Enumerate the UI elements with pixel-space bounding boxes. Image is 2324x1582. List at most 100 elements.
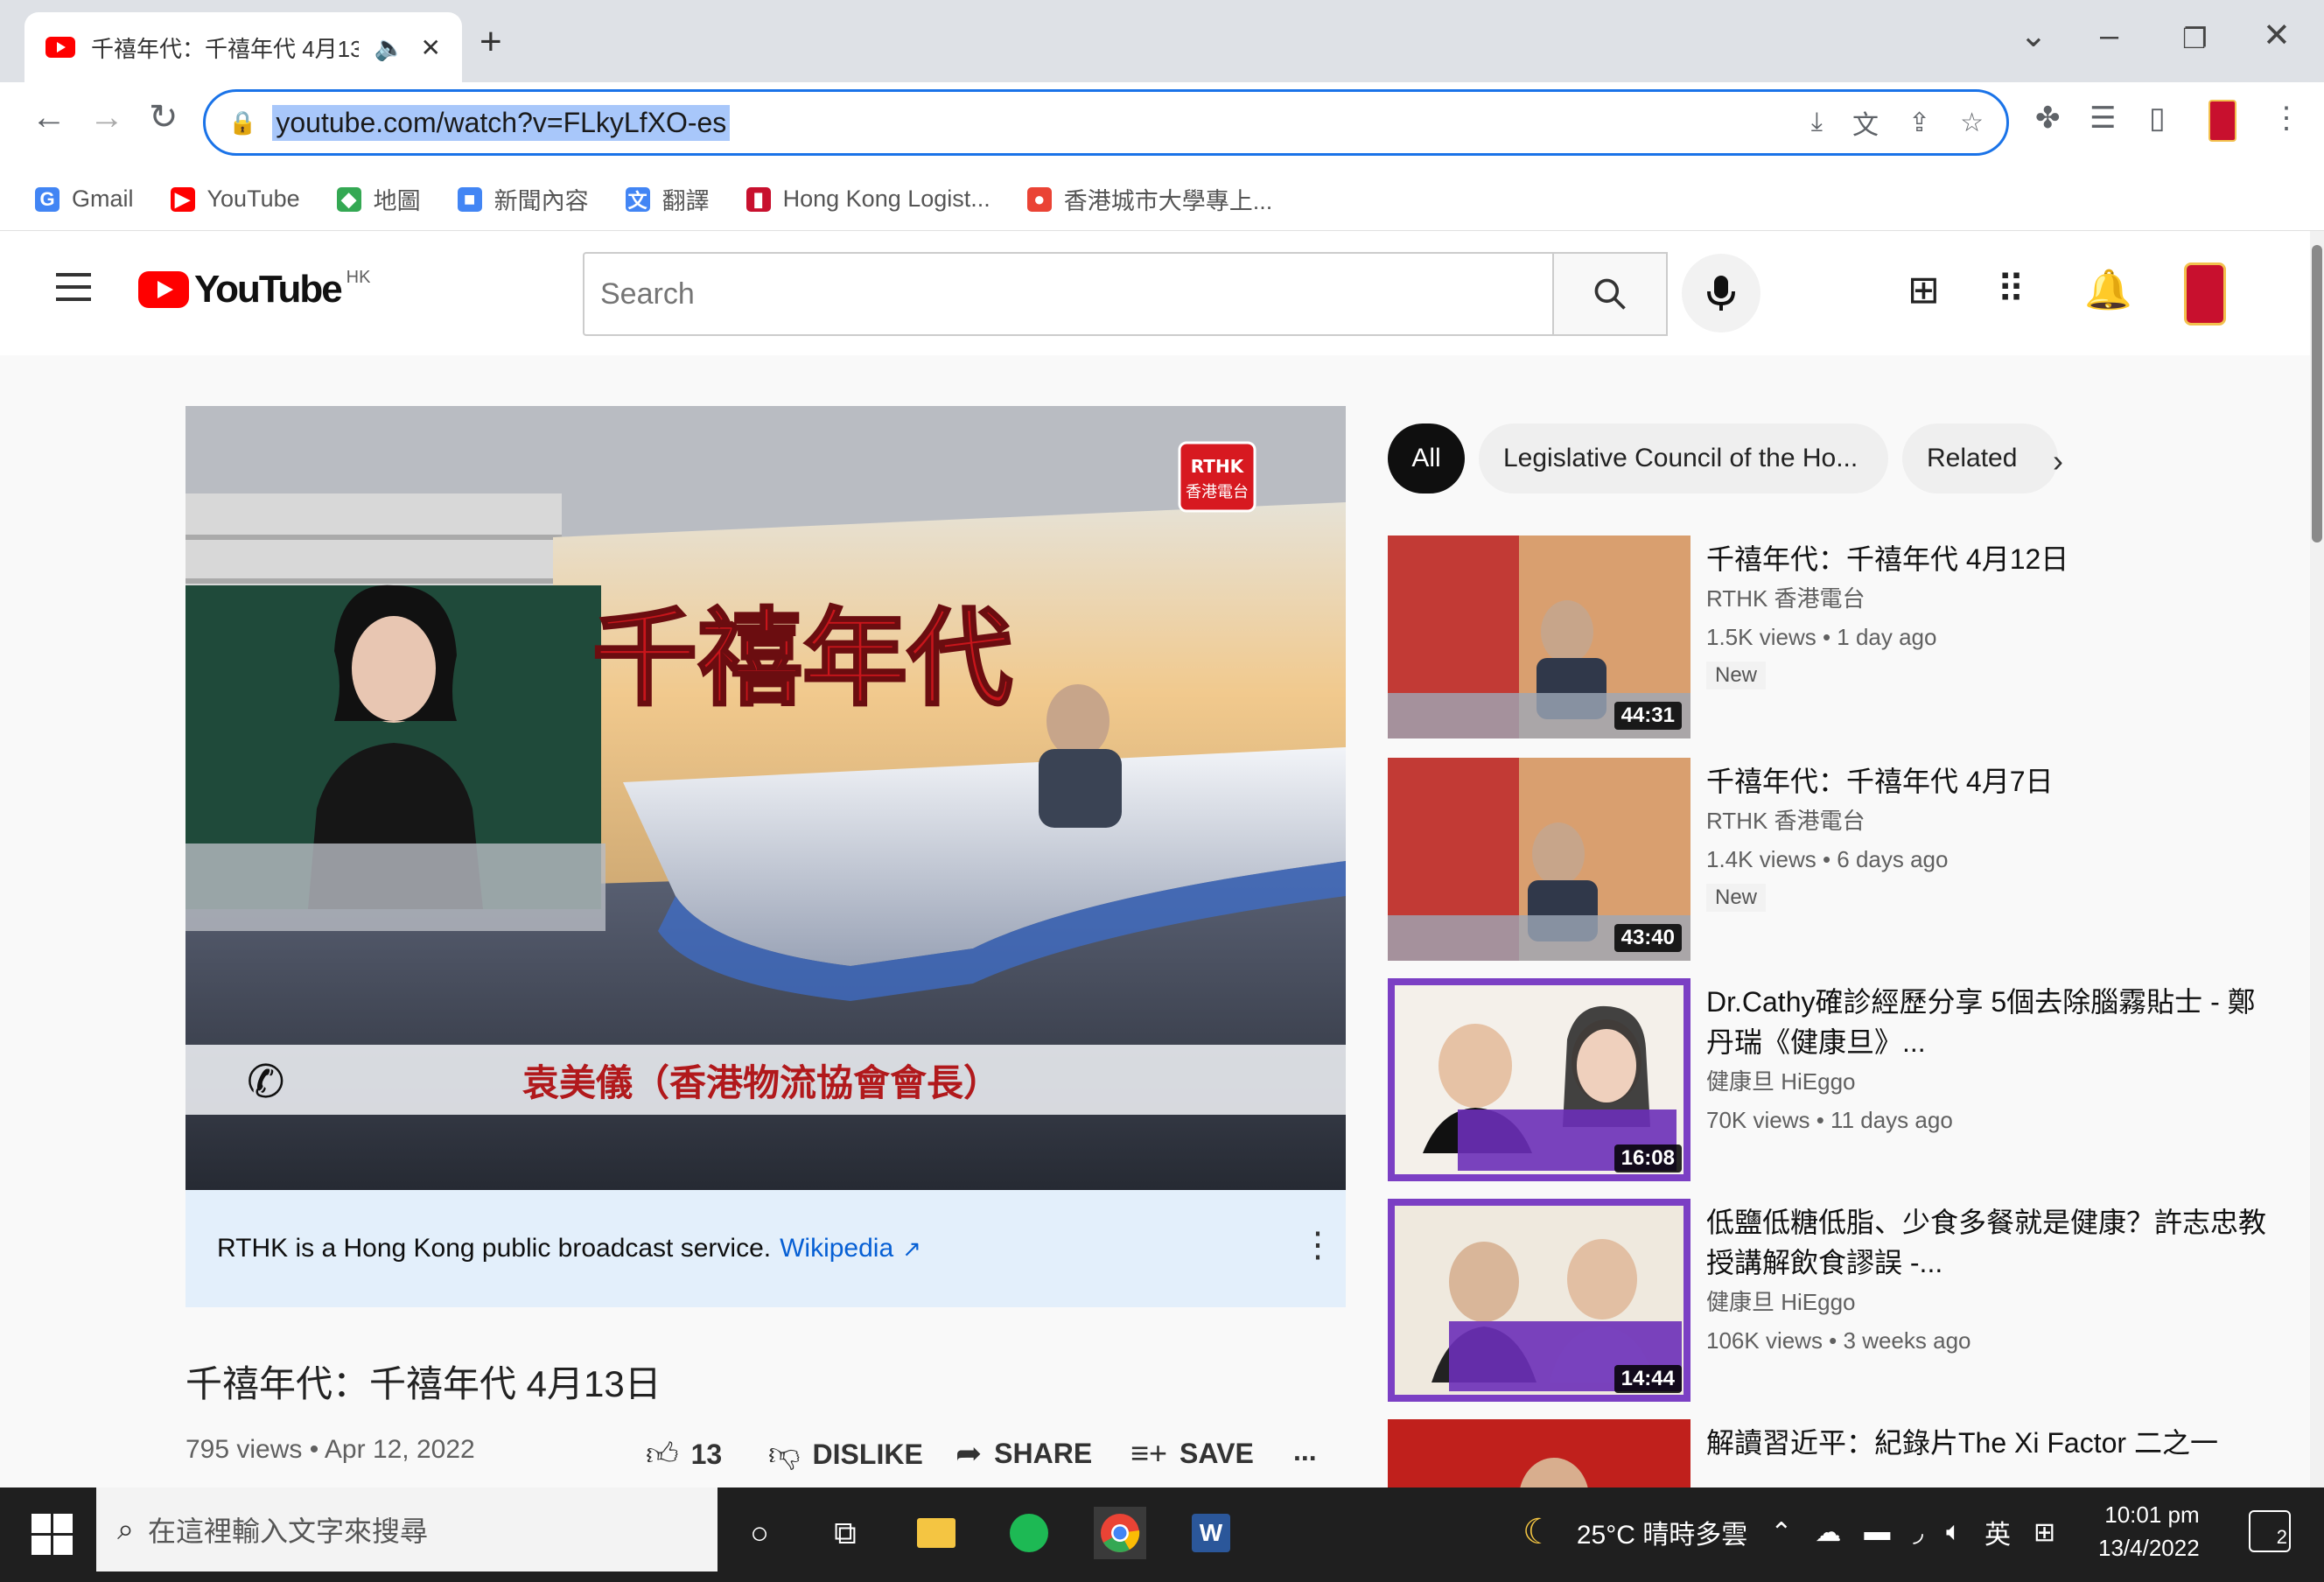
dislike-button[interactable]: 👎︎ DISLIKE <box>768 1435 923 1474</box>
share-page-icon[interactable]: ⇪ <box>1908 108 1930 138</box>
more-actions-button[interactable]: ... <box>1293 1435 1317 1467</box>
extensions-icon[interactable]: ✤ <box>2035 103 2061 133</box>
taskbar-search-box[interactable]: ⌕ 在這裡輸入文字來搜尋 <box>96 1488 718 1572</box>
chrome-menu-icon[interactable]: ⋮ <box>2272 103 2301 133</box>
bookmark-hk-logistics[interactable]: ▮ Hong Kong Logist... <box>746 186 990 213</box>
recommendation-title[interactable]: 解讀習近平：紀錄片The Xi Factor 二之一 <box>1706 1423 2266 1463</box>
profile-avatar[interactable] <box>2208 100 2236 142</box>
info-text: RTHK is a Hong Kong public broadcast ser… <box>217 1234 772 1263</box>
bookmark-youtube[interactable]: ▶ YouTube <box>170 186 300 213</box>
logistics-icon: ▮ <box>746 186 771 212</box>
bookmark-translate[interactable]: 文翻譯 <box>625 182 710 216</box>
url-text[interactable]: youtube.com/watch?v=FLkyLfXO-es <box>272 104 731 141</box>
recommendation-title[interactable]: 千禧年代：千禧年代 4月12日 <box>1706 539 2266 579</box>
recommendation-item[interactable]: 43:40 千禧年代：千禧年代 4月7日 RTHK 香港電台 1.4K view… <box>1388 758 2272 964</box>
word-icon[interactable]: W <box>1185 1507 1237 1559</box>
weather-text[interactable]: 25°C 晴時多雲 <box>1577 1513 1747 1551</box>
save-button[interactable]: ≡+ SAVE <box>1130 1435 1254 1472</box>
bookmark-news[interactable]: ■ 新聞內容 <box>457 182 589 216</box>
wikipedia-link[interactable]: Wikipedia <box>780 1234 893 1264</box>
close-window-button[interactable]: ✕ <box>2263 19 2291 52</box>
hamburger-menu-icon[interactable] <box>56 273 91 310</box>
recommendation-title[interactable]: 低鹽低糖低脂、少食多餐就是健康？許志忠教授講解飲食謬誤 -... <box>1706 1202 2266 1283</box>
video-thumbnail[interactable]: 14:44 <box>1388 1199 1690 1402</box>
voice-search-button[interactable] <box>1682 254 1760 332</box>
translate-icon[interactable]: 文 <box>1852 103 1879 142</box>
back-icon[interactable]: ← <box>32 100 66 135</box>
reload-icon[interactable]: ↻ <box>149 100 178 135</box>
video-thumbnail[interactable]: 16:08 <box>1388 978 1690 1181</box>
share-button[interactable]: ➦ SHARE <box>956 1435 1092 1472</box>
bookmark-maps[interactable]: ◆ 地圖 <box>336 182 421 216</box>
recommendation-title[interactable]: Dr.Cathy確診經歷分享 5個去除腦霧貼士 - 鄭丹瑞《健康旦》... <box>1706 982 2266 1062</box>
spotify-icon[interactable] <box>1003 1507 1055 1559</box>
channel-name[interactable]: 健康旦 HiEggo <box>1706 1062 2266 1101</box>
wifi-icon[interactable]: ◞ <box>1913 1517 1923 1548</box>
recommendation-item[interactable]: 14:44 低鹽低糖低脂、少食多餐就是健康？許志忠教授講解飲食謬誤 -... 健… <box>1388 1199 2272 1405</box>
channel-name[interactable]: 健康旦 HiEggo <box>1706 1283 2266 1321</box>
recommendation-item[interactable]: 解讀習近平：紀錄片The Xi Factor 二之一 <box>1388 1419 2272 1488</box>
tab-search-icon[interactable]: ⌄ <box>2020 19 2048 52</box>
video-duration: 43:40 <box>1614 924 1682 952</box>
chip-legco[interactable]: Legislative Council of the Ho... <box>1479 424 1888 494</box>
like-button[interactable]: 👍︎ 13 <box>646 1435 722 1474</box>
windows-start-icon[interactable] <box>32 1514 74 1556</box>
speaker-icon[interactable]: 🔈 <box>374 33 405 62</box>
battery-icon[interactable]: ▬ <box>1864 1517 1890 1547</box>
bookmark-star-icon[interactable]: ☆ <box>1960 108 1984 138</box>
task-view-icon[interactable]: ⧉ <box>819 1507 872 1559</box>
side-panel-icon[interactable]: ▯ <box>2149 103 2166 133</box>
install-app-icon[interactable]: ⤓ <box>1811 108 1823 137</box>
channel-name[interactable]: RTHK 香港電台 <box>1706 579 2266 618</box>
show-hidden-icons-icon[interactable]: ⌃ <box>1770 1517 1792 1548</box>
scrollbar-thumb[interactable] <box>2312 245 2322 542</box>
video-thumbnail[interactable]: 43:40 <box>1388 758 1690 961</box>
video-player[interactable]: ✆ 袁美儀（香港物流協會會長） 千禧年代 RTHK 香港電台 <box>186 406 1346 1190</box>
chrome-icon[interactable] <box>1094 1507 1146 1559</box>
taskbar-search-placeholder: 在這裡輸入文字來搜尋 <box>148 1516 429 1547</box>
volume-icon[interactable]: 🔈︎ <box>1946 1517 1962 1547</box>
lock-icon[interactable]: 🔒 <box>228 109 256 136</box>
bookmark-cityu[interactable]: ● 香港城市大學專上... <box>1026 182 1272 216</box>
new-tab-button[interactable]: + <box>480 23 502 61</box>
search-input[interactable] <box>598 276 1460 312</box>
reading-list-icon[interactable]: ☰ <box>2090 103 2116 133</box>
view-count: 106K views • 3 weeks ago <box>1706 1327 1971 1354</box>
weather-moon-icon[interactable]: ☾ <box>1522 1512 1554 1552</box>
forward-icon[interactable]: → <box>89 100 124 135</box>
notifications-bell-icon[interactable]: 🔔 <box>2084 271 2132 310</box>
minimize-button[interactable]: – <box>2100 19 2118 52</box>
create-video-icon[interactable]: ⊞ <box>1908 271 1940 310</box>
browser-tab[interactable]: 千禧年代：千禧年代 4月13日 🔈 ✕ <box>24 12 462 82</box>
video-thumbnail[interactable] <box>1388 1419 1690 1488</box>
channel-name[interactable]: RTHK 香港電台 <box>1706 802 2266 840</box>
ime-indicator[interactable]: 英 <box>1984 1513 2011 1551</box>
bookmark-gmail[interactable]: G Gmail <box>35 186 134 213</box>
youtube-play-icon <box>138 271 189 308</box>
taskbar-clock[interactable]: 10:01 pm 13/4/2022 <box>2098 1498 2200 1564</box>
address-bar[interactable]: 🔒 youtube.com/watch?v=FLkyLfXO-es ⤓ 文 ⇪ … <box>203 89 2009 156</box>
video-thumbnail[interactable]: 44:31 <box>1388 536 1690 738</box>
add-to-playlist-icon: ≡+ <box>1130 1435 1168 1471</box>
chevron-right-icon[interactable]: › <box>2053 443 2063 480</box>
recommendation-item[interactable]: 44:31 千禧年代：千禧年代 4月12日 RTHK 香港電台 1.5K vie… <box>1388 536 2272 742</box>
info-panel-more-icon[interactable]: ⋮ <box>1300 1225 1335 1265</box>
apps-grid-icon[interactable]: ⠿ <box>1997 271 2025 310</box>
onedrive-icon[interactable]: ☁ <box>1815 1517 1841 1548</box>
notification-center-icon[interactable]: 2 <box>2249 1510 2291 1552</box>
chip-related[interactable]: Related <box>1902 424 2058 494</box>
account-avatar[interactable] <box>2184 262 2226 326</box>
restore-button[interactable]: ❐ <box>2182 24 2208 52</box>
maps-icon: ◆ <box>336 186 361 212</box>
file-explorer-icon[interactable] <box>910 1507 962 1559</box>
close-tab-icon[interactable]: ✕ <box>421 33 441 62</box>
youtube-logo[interactable]: YouTube HK <box>138 268 370 312</box>
cortana-icon[interactable]: ○ <box>733 1507 786 1559</box>
thumbs-up-icon: 👍︎ <box>646 1436 679 1472</box>
search-box[interactable] <box>583 252 1554 336</box>
keyboard-layout-icon[interactable]: ⊞ <box>2034 1517 2055 1548</box>
chip-all[interactable]: All <box>1388 424 1465 494</box>
search-button[interactable] <box>1554 252 1668 336</box>
recommendation-item[interactable]: 16:08 Dr.Cathy確診經歷分享 5個去除腦霧貼士 - 鄭丹瑞《健康旦》… <box>1388 978 2272 1185</box>
recommendation-title[interactable]: 千禧年代：千禧年代 4月7日 <box>1706 761 2266 802</box>
